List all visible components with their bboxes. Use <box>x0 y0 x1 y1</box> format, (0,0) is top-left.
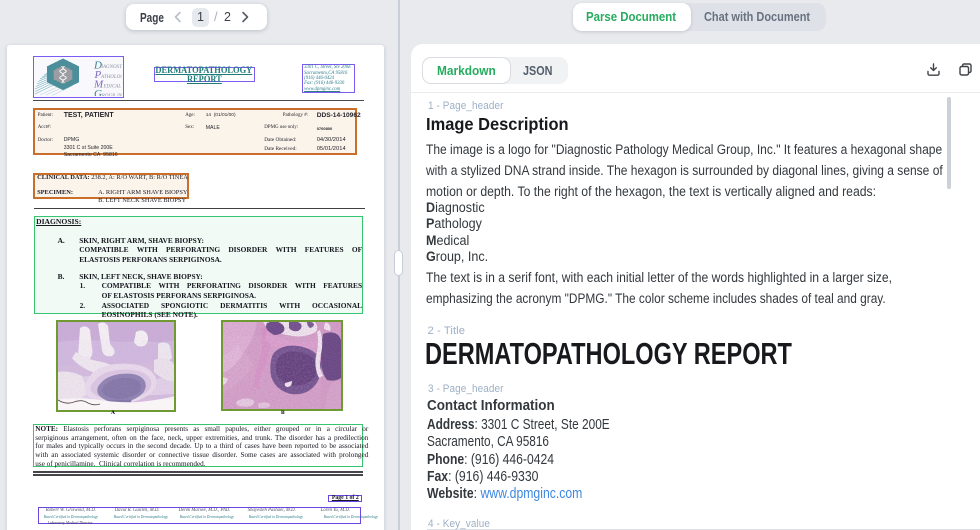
svg-text:ATHOLOGY: ATHOLOGY <box>100 74 122 79</box>
svg-text:ROUP, INC.: ROUP, INC. <box>101 94 122 96</box>
svg-text:G: G <box>94 88 102 96</box>
svg-text:EDICAL: EDICAL <box>103 84 122 89</box>
svg-text:IAGNOSTIC: IAGNOSTIC <box>100 65 122 70</box>
